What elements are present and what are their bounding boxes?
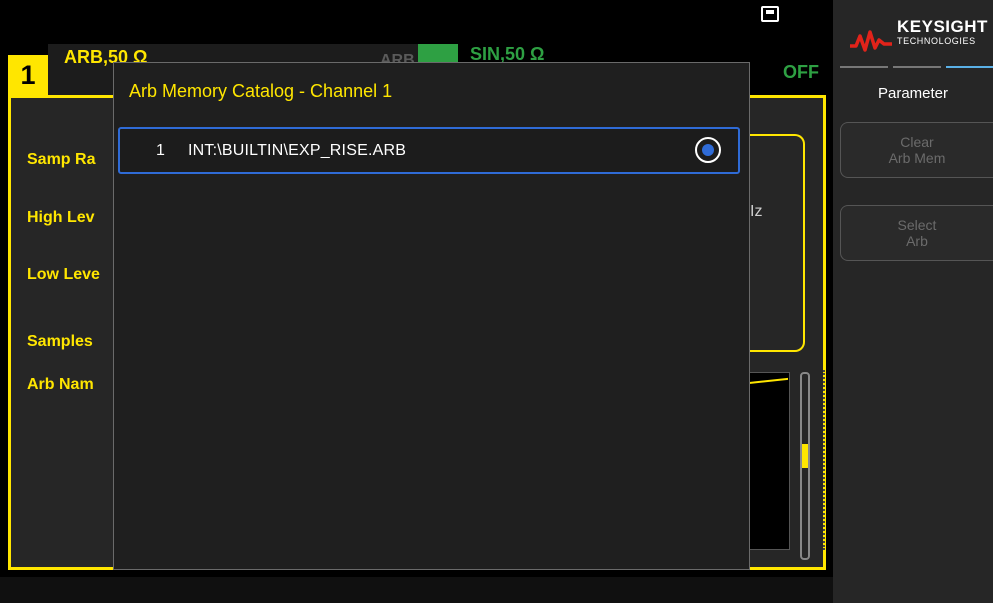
waveform-preview bbox=[745, 372, 790, 550]
select-arb-button[interactable]: Select Arb bbox=[840, 205, 993, 261]
status-bar bbox=[0, 0, 833, 38]
clear-arb-mem-label-2: Arb Mem bbox=[888, 150, 946, 166]
unit-label: Iz bbox=[750, 203, 763, 220]
channel2-number[interactable] bbox=[418, 44, 458, 64]
catalog-item-name: INT:\BUILTIN\EXP_RISE.ARB bbox=[188, 142, 407, 159]
menu-page-indicator-2 bbox=[893, 66, 941, 68]
samples-label: Samples bbox=[27, 333, 93, 350]
clear-arb-mem-button[interactable]: Clear Arb Mem bbox=[840, 122, 993, 178]
samp-rate-label[interactable]: Samp Ra bbox=[27, 151, 95, 169]
arb-name-label[interactable]: Arb Nam bbox=[27, 376, 94, 394]
clear-arb-mem-label-1: Clear bbox=[900, 134, 934, 150]
select-arb-label-2: Arb bbox=[906, 233, 928, 249]
dialog-title: Arb Memory Catalog - Channel 1 bbox=[129, 81, 393, 101]
select-arb-label-1: Select bbox=[897, 217, 937, 233]
bottom-status-strip bbox=[0, 577, 833, 603]
channel2-output-state: OFF bbox=[783, 62, 819, 82]
channel1-number[interactable]: 1 bbox=[8, 55, 48, 95]
parameter-value-box bbox=[745, 134, 805, 352]
catalog-item-index: 1 bbox=[156, 142, 165, 159]
menu-page-indicator-active bbox=[946, 66, 993, 68]
side-divider bbox=[823, 370, 831, 550]
menu-page-indicator-1 bbox=[840, 66, 888, 68]
brand-name: KEYSIGHT bbox=[897, 17, 988, 36]
radio-selected-icon[interactable] bbox=[695, 137, 721, 163]
high-level-label[interactable]: High Lev bbox=[27, 209, 95, 227]
lan-icon bbox=[761, 6, 779, 22]
softkey-menu-title: Parameter bbox=[877, 85, 949, 102]
scrollbar-thumb[interactable] bbox=[802, 444, 808, 468]
brand-subtitle: TECHNOLOGIES bbox=[897, 36, 976, 46]
low-level-label[interactable]: Low Leve bbox=[27, 266, 100, 284]
